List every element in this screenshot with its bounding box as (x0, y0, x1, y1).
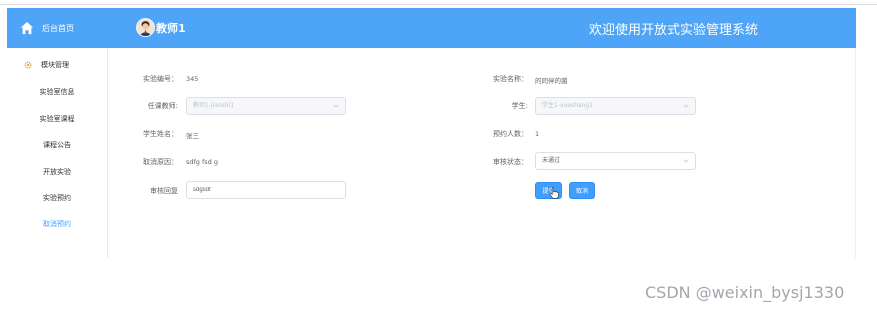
student-select-value: 学生1-xueshang1 (542, 102, 594, 109)
exp-no-value: 345 (186, 75, 199, 83)
chevron-down-icon (333, 104, 339, 108)
review-status-value: 未通过 (542, 157, 561, 164)
sidebar-item-lab-course[interactable]: 实验室课程 (7, 114, 107, 124)
booking-count-label: 预约人数： (493, 130, 528, 138)
sidebar-item-course-notice[interactable]: 课程公告 (7, 140, 107, 150)
cancel-reason-label: 取消原因： (143, 158, 178, 166)
student-select: 学生1-xueshang1 (535, 97, 696, 115)
review-status-select[interactable]: 未通过 (535, 152, 696, 170)
home-label: 后台首页 (42, 23, 74, 33)
cancel-reason-value: sdfg fsd g (186, 158, 218, 166)
sidebar-item-experiment-booking[interactable]: 实验预约 (7, 193, 107, 203)
csdn-watermark: CSDN @weixin_bysj1330 (645, 283, 845, 302)
menu-group-label: 模块管理 (41, 61, 69, 69)
avatar-icon[interactable] (136, 18, 155, 37)
sidebar-item-open-experiment[interactable]: 开放实验 (7, 167, 107, 177)
home-icon (20, 21, 34, 35)
home-link[interactable]: 后台首页 (7, 8, 108, 48)
chevron-down-icon (683, 104, 689, 108)
sidebar-menu: 模块管理 实验室信息 实验室课程 课程公告 开放实验 实验预约 取消预约 (7, 48, 108, 258)
chevron-down-icon (683, 159, 689, 163)
student-name-value: 张三 (186, 132, 199, 140)
review-reply-input[interactable] (186, 181, 346, 199)
review-reply-label: 审核回复 (150, 187, 178, 195)
gear-icon (24, 61, 32, 69)
exp-name-value: 的同伴的菌 (535, 77, 568, 85)
student-label: 学生: (511, 102, 528, 110)
teacher-label: 任课教师: (147, 102, 178, 110)
menu-group-module-management[interactable]: 模块管理 (7, 58, 107, 72)
system-title: 欢迎使用开放式实验管理系统 (588, 23, 758, 38)
user-name[interactable]: 教师1 (156, 20, 186, 36)
teacher-select: 教师1-jiaoshi1 (186, 97, 346, 115)
exp-name-label: 实验名称： (493, 75, 528, 83)
booking-count-value: 1 (535, 130, 540, 138)
cancel-button[interactable]: 取消 (569, 182, 595, 199)
hand-cursor-icon (549, 187, 559, 199)
top-divider (0, 4, 877, 5)
sidebar-item-cancel-booking[interactable]: 取消预约 (7, 219, 107, 229)
top-header: 教师1 欢迎使用开放式实验管理系统 (108, 8, 856, 48)
sidebar-item-lab-info[interactable]: 实验室信息 (7, 87, 107, 97)
review-status-label: 审核状态： (493, 158, 528, 166)
exp-no-label: 实验编号： (143, 75, 178, 83)
student-name-label: 学生姓名： (143, 130, 178, 138)
teacher-select-value: 教师1-jiaoshi1 (193, 102, 235, 109)
